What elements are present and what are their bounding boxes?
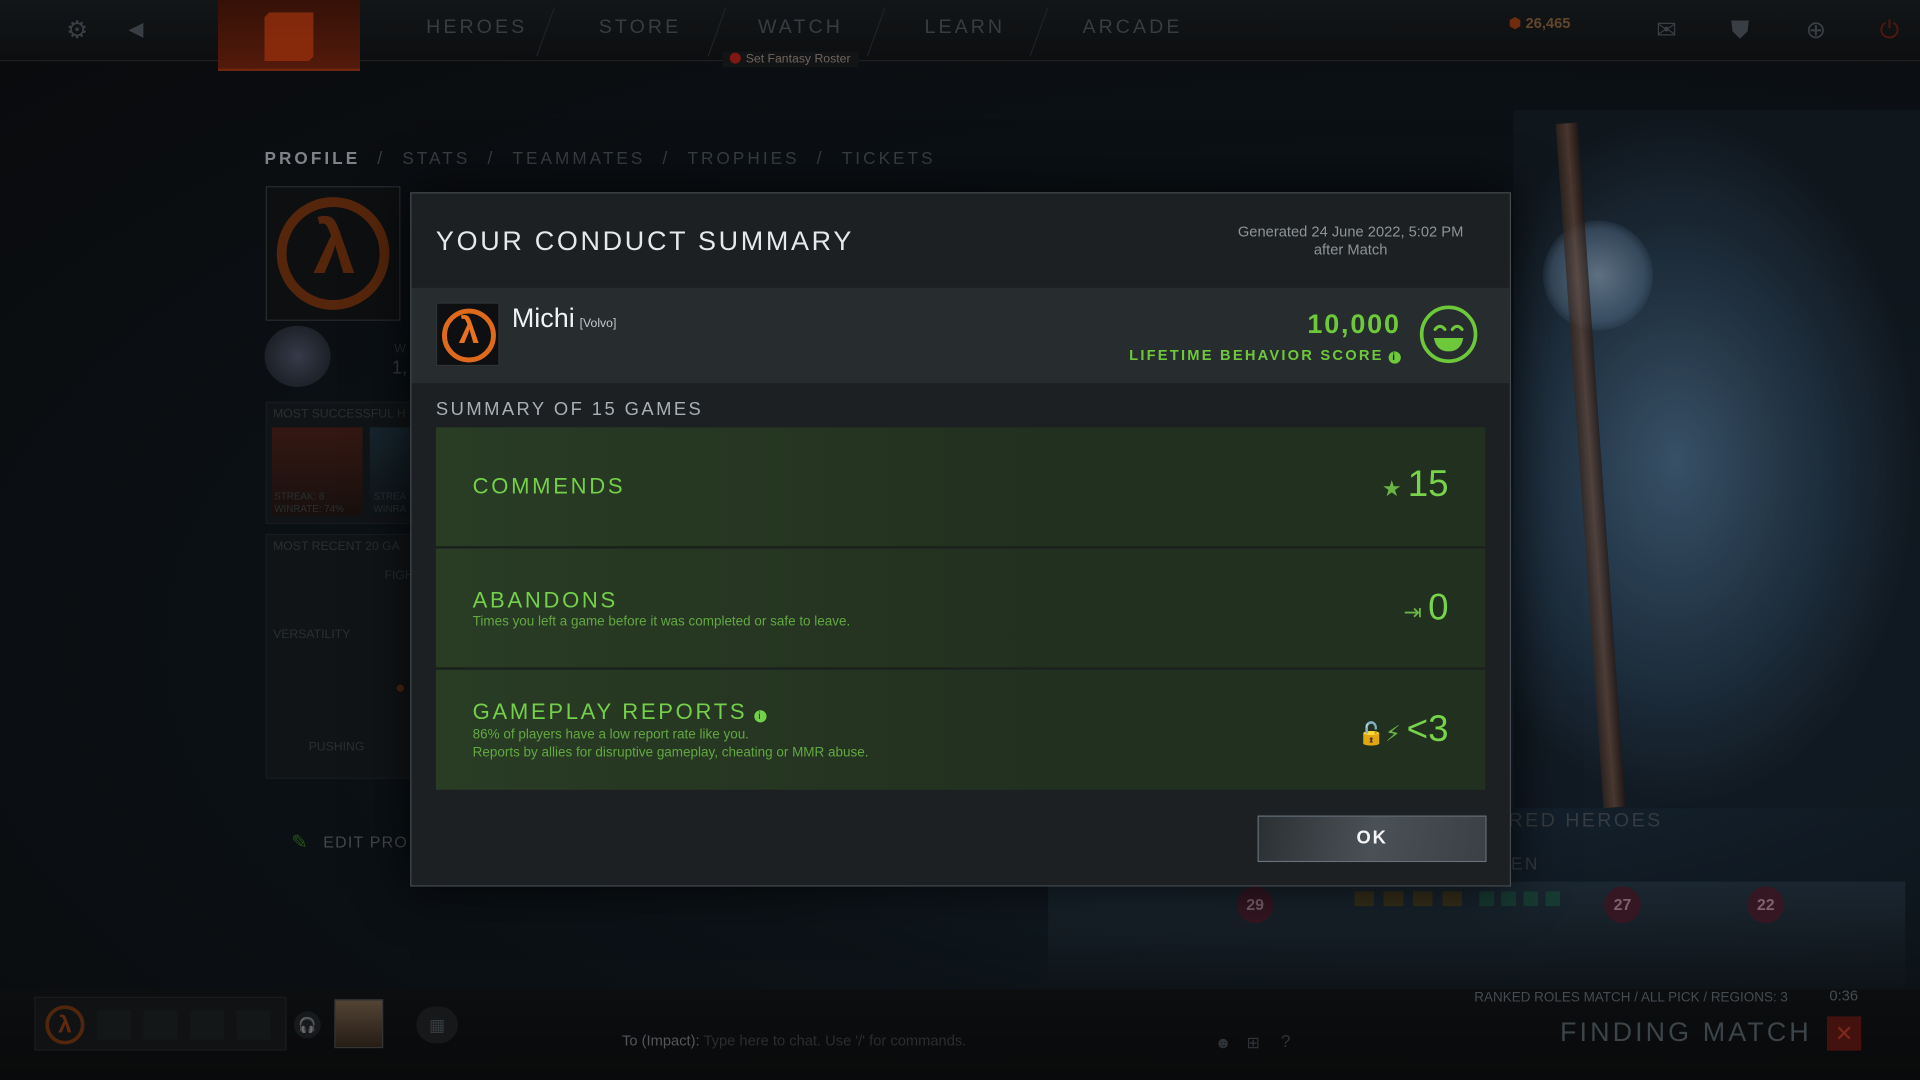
gameplay-reports-row: GAMEPLAY REPORTS i 86% of players have a … [435, 669, 1486, 790]
gameplay-reports-title: GAMEPLAY REPORTS [472, 699, 748, 724]
reports-description-line-2: Reports by allies for disruptive gamepla… [472, 745, 869, 761]
player-row: λ Michi [Volvo] 10,000 LIFETIME BEHAVIOR … [411, 287, 1510, 384]
abandons-row: ABANDONS Times you left a game before it… [435, 548, 1486, 669]
abandons-title: ABANDONS [472, 587, 618, 613]
reports-value: <3 [1406, 708, 1449, 750]
exit-door-icon: ⇥ [1403, 600, 1429, 625]
generated-timestamp: Generated 24 June 2022, 5:02 PM after Ma… [1216, 223, 1485, 260]
generated-line-1: Generated 24 June 2022, 5:02 PM [1237, 222, 1464, 241]
ok-button[interactable]: OK [1257, 815, 1487, 863]
player-name: Michi [511, 302, 575, 334]
lock-icon: 🔓 [1357, 721, 1386, 746]
abandons-description: Times you left a game before it was comp… [472, 614, 851, 630]
commends-row: COMMENDS ★ 15 [435, 427, 1486, 548]
gameplay-reports-description: 86% of players have a low report rate li… [473, 726, 869, 763]
commends-value: 15 [1407, 464, 1449, 505]
games-summary-label: SUMMARY OF 15 GAMES [435, 399, 704, 421]
abandons-value-block: ⇥ 0 [1404, 588, 1449, 630]
commends-value-block: ★ 15 [1382, 464, 1449, 506]
abandons-value: 0 [1428, 587, 1449, 629]
behavior-score-label: LIFETIME BEHAVIOR SCORE i [1129, 347, 1401, 364]
player-avatar: λ [435, 302, 500, 367]
player-guild-tag: [Volvo] [579, 317, 617, 331]
info-icon[interactable]: i [1388, 351, 1401, 364]
reports-value-block: 🔓⚡ <3 [1358, 709, 1449, 751]
behavior-score-value: 10,000 [1307, 308, 1401, 340]
lightning-icon: ⚡ [1385, 721, 1407, 746]
commends-title: COMMENDS [472, 473, 626, 499]
conduct-summary-dialog: YOUR CONDUCT SUMMARY Generated 24 June 2… [410, 192, 1512, 887]
generated-line-2: after Match [1313, 241, 1388, 259]
dialog-title: YOUR CONDUCT SUMMARY [435, 225, 855, 256]
player-name-block: Michi [Volvo] [512, 302, 617, 334]
lambda-logo-icon: λ [458, 311, 480, 352]
info-icon[interactable]: i [754, 710, 767, 723]
behavior-score-label-text: LIFETIME BEHAVIOR SCORE [1129, 346, 1384, 364]
reports-description-line-1: 86% of players have a low report rate li… [472, 727, 749, 743]
commend-star-icon: ★ [1381, 476, 1408, 501]
dota-client-window: ⚙ ◀ HEROES STORE WATCH LEARN ARCADE ⬢ 26… [0, 0, 1920, 1080]
happy-face-icon [1419, 305, 1478, 364]
gameplay-reports-title-block: GAMEPLAY REPORTS i [473, 699, 767, 725]
